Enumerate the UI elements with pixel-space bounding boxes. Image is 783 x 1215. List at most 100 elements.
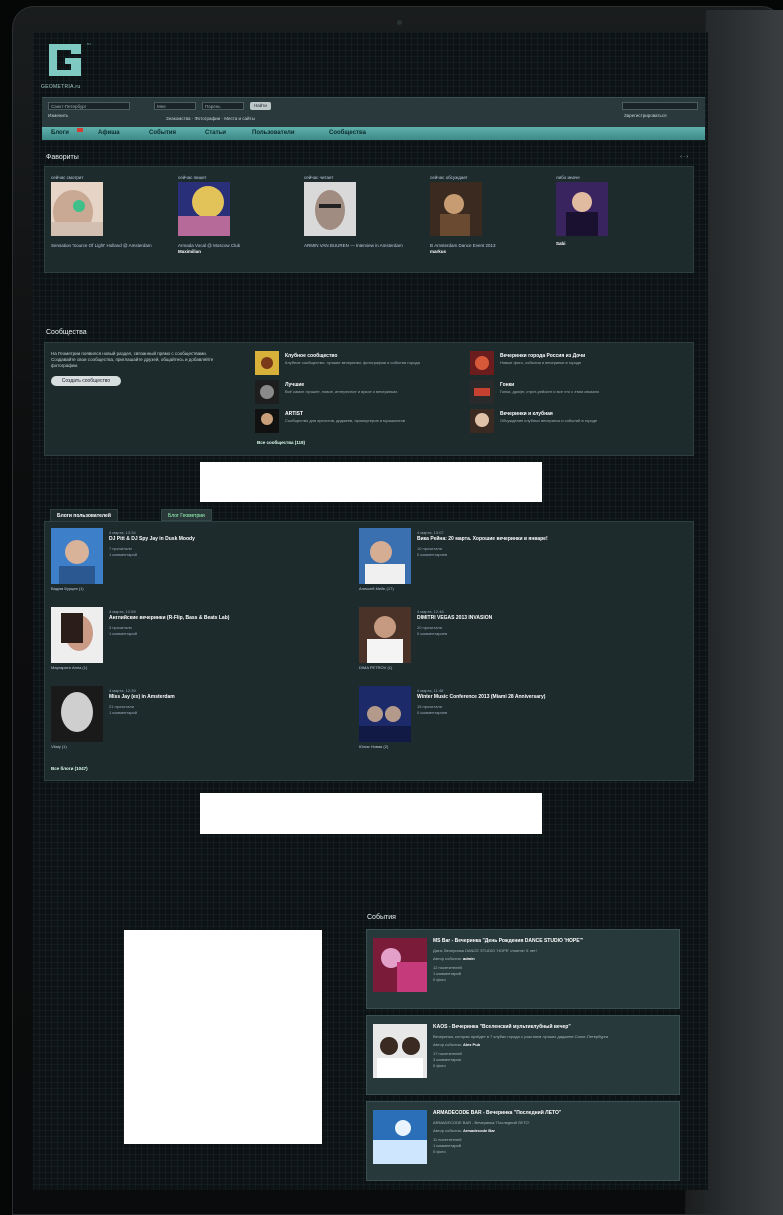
nav-item-afisha[interactable]: Афиша <box>98 130 120 136</box>
looking-select[interactable]: Парень <box>202 102 244 110</box>
login-input[interactable] <box>622 102 698 110</box>
post-author[interactable]: DIMA PETROV (1) <box>359 665 392 670</box>
favorite-user[interactable]: Sabi <box>556 241 666 246</box>
blog-post[interactable]: 4 марта, 13:34 DJ Pitt & DJ Spy Jay in D… <box>51 528 351 600</box>
post-title[interactable]: DJ Pitt & DJ Spy Jay in Dusk Moody <box>109 536 195 542</box>
favorite-item[interactable]: сейчас обсуждает В Amsterdam Dance Event… <box>430 175 540 254</box>
event-comments[interactable]: 1 комментарий <box>433 971 673 976</box>
favorite-photo <box>556 182 608 236</box>
blog-post[interactable]: 4 марта, 12:39 Miss Jay (ex) in Amsterda… <box>51 686 351 758</box>
post-views: 10 прочитали <box>417 546 442 551</box>
community-thumbnail <box>470 380 494 404</box>
community-desc: Обсуждение клубных вечеринок и событий в… <box>500 418 598 423</box>
community-name[interactable]: Вечеринки города Россия из Дочи <box>500 353 585 359</box>
favorite-description: Sensation 'Source Of Light' Holland @ Am… <box>51 243 152 248</box>
all-communities-link[interactable]: Все сообщества (119) <box>257 440 305 445</box>
ad-banner-middle[interactable] <box>200 793 542 834</box>
favorite-photo <box>304 182 356 236</box>
favorite-item[interactable]: сейчас смотрит Sensation 'Source Of Ligh… <box>51 175 161 249</box>
event-title[interactable]: KAOS - Вечеринка "Вселенский мультиклубн… <box>433 1024 571 1030</box>
favorite-user[interactable]: Maximilian <box>178 249 288 254</box>
community-desc: Гонки, дрифт, стрит-рейсинг и все что с … <box>500 389 599 394</box>
event-photos[interactable]: 0 фото <box>433 977 673 982</box>
favorite-item[interactable]: либо иначе Sabi <box>556 175 666 246</box>
communities-panel: На Геометрии появился новый раздел, связ… <box>44 342 694 456</box>
post-author[interactable]: Vitaly (1) <box>51 744 67 749</box>
nav-item-communities[interactable]: Сообщества <box>329 130 366 136</box>
post-date: 4 марта, 13:07 <box>417 530 444 535</box>
post-comments[interactable]: 1 комментарий <box>109 710 137 715</box>
favorites-controls[interactable]: ‹ · › <box>680 154 688 160</box>
post-author[interactable]: Юлия Новая (2) <box>359 744 388 749</box>
blog-post[interactable]: 4 марта, 12:46 DIMITRI VEGAS 2013 INVASI… <box>359 607 659 679</box>
post-comments[interactable]: 1 комментарий <box>109 552 137 557</box>
post-comments[interactable]: 1 комментарий <box>109 631 137 636</box>
post-author[interactable]: Вадим Бурцев (1) <box>51 586 84 591</box>
post-title[interactable]: Английские вечеринки (R-Flip, Bass & Bea… <box>109 615 229 621</box>
all-blogs-link[interactable]: Все блоги (1047) <box>51 766 88 771</box>
register-link[interactable]: Зарегистрироваться <box>624 113 667 118</box>
favorite-item[interactable]: сейчас пишет Armada Vocal @ Moscow Club … <box>178 175 288 254</box>
ad-banner-square[interactable] <box>124 930 322 1144</box>
nav-item-articles[interactable]: Статьи <box>205 130 226 136</box>
event-description: Дата: Вечеринка DANCE STUDIO 'HOPE' отме… <box>433 948 537 953</box>
gender-select[interactable]: Мне <box>154 102 196 110</box>
event-title[interactable]: MS Bar - Вечеринка "День Рождения DANCE … <box>433 938 583 944</box>
event-author[interactable]: admin <box>463 956 475 961</box>
event-photos[interactable]: 0 фото <box>433 1063 673 1068</box>
event-description: Вечеринка, которая пройдет в 7 клубах го… <box>433 1034 609 1039</box>
post-views: 21 прочитали <box>109 704 134 709</box>
logo-mark-icon <box>49 44 81 76</box>
communities-title: Сообщества <box>46 329 87 336</box>
screen: GEOMETRIA.ru ru Санкт-Петербург Изменить… <box>33 32 708 1190</box>
post-title[interactable]: Вика Рейна: 20 марта. Хорошие вечеринки … <box>417 536 548 542</box>
blog-post[interactable]: 4 марта, 12:59 Английские вечеринки (R-F… <box>51 607 351 679</box>
favorite-user[interactable]: markus <box>430 249 540 254</box>
post-comments[interactable]: 0 комментариев <box>417 710 447 715</box>
community-name[interactable]: ARTIST <box>285 411 303 417</box>
search-button[interactable]: Найти <box>250 102 271 110</box>
nav-item-users[interactable]: Пользователи <box>252 130 295 136</box>
event-photos[interactable]: 0 фото <box>433 1149 673 1154</box>
nav-item-events[interactable]: События <box>149 130 176 136</box>
site-logo[interactable]: GEOMETRIA.ru <box>41 40 91 96</box>
event-card[interactable]: KAOS - Вечеринка "Вселенский мультиклубн… <box>366 1015 680 1095</box>
community-name[interactable]: Гонки <box>500 382 514 388</box>
nav-item-blogs[interactable]: Блоги <box>51 130 69 136</box>
nav-badge <box>77 128 83 132</box>
community-thumbnail <box>470 351 494 375</box>
event-comments[interactable]: 1 комментарий <box>433 1143 673 1148</box>
post-author[interactable]: Маргарита Анна (1) <box>51 665 87 670</box>
favorite-item[interactable]: сейчас читает ARMIN VAN BUUREN — Intervi… <box>304 175 414 249</box>
ad-banner-top[interactable] <box>200 462 542 502</box>
community-name[interactable]: Лучшие <box>285 382 304 388</box>
tab-user-blogs[interactable]: Блоги пользователей <box>50 509 118 521</box>
post-title[interactable]: Miss Jay (ex) in Amsterdam <box>109 694 175 700</box>
post-author[interactable]: Алексей Мейс (17) <box>359 586 394 591</box>
header-links[interactable]: Знакомства · Фотографии · Места и сайты <box>166 116 255 121</box>
post-date: 4 марта, 12:46 <box>417 609 444 614</box>
event-author[interactable]: Armadecode Bar <box>463 1128 495 1133</box>
tab-geometria-blog[interactable]: Блог Геометрии <box>161 509 212 521</box>
event-title[interactable]: ARMADECODE BAR - Вечеринка "Последний ЛЕ… <box>433 1110 561 1116</box>
create-community-button[interactable]: Создать сообщество <box>51 376 121 386</box>
blog-post[interactable]: 4 марта, 11:46 Winter Music Conference 2… <box>359 686 659 758</box>
event-visitors: 12 посетителей <box>433 965 462 970</box>
event-author-label: Автор события: <box>433 1128 462 1133</box>
blog-post[interactable]: 4 марта, 13:07 Вика Рейна: 20 марта. Хор… <box>359 528 659 600</box>
favorite-description: ARMIN VAN BUUREN — Interview in Amsterda… <box>304 243 403 248</box>
event-author[interactable]: Alex Pub <box>463 1042 480 1047</box>
post-photo <box>51 607 103 663</box>
community-name[interactable]: Вечеринки и клубная <box>500 411 553 417</box>
event-card[interactable]: ARMADECODE BAR - Вечеринка "Последний ЛЕ… <box>366 1101 680 1181</box>
city-select[interactable]: Санкт-Петербург <box>48 102 130 110</box>
post-comments[interactable]: 0 комментариев <box>417 631 447 636</box>
community-name[interactable]: Клубное сообщество <box>285 353 337 359</box>
event-card[interactable]: MS Bar - Вечеринка "День Рождения DANCE … <box>366 929 680 1009</box>
event-comments[interactable]: 3 комментария <box>433 1057 673 1062</box>
post-title[interactable]: DIMITRI VEGAS 2013 INVASION <box>417 615 492 621</box>
city-change-link[interactable]: Изменить <box>48 113 68 118</box>
header-bar: Санкт-Петербург Изменить Мне Парень Найт… <box>42 97 705 127</box>
post-title[interactable]: Winter Music Conference 2013 (Miami 28 A… <box>417 694 545 700</box>
post-comments[interactable]: 0 комментариев <box>417 552 447 557</box>
